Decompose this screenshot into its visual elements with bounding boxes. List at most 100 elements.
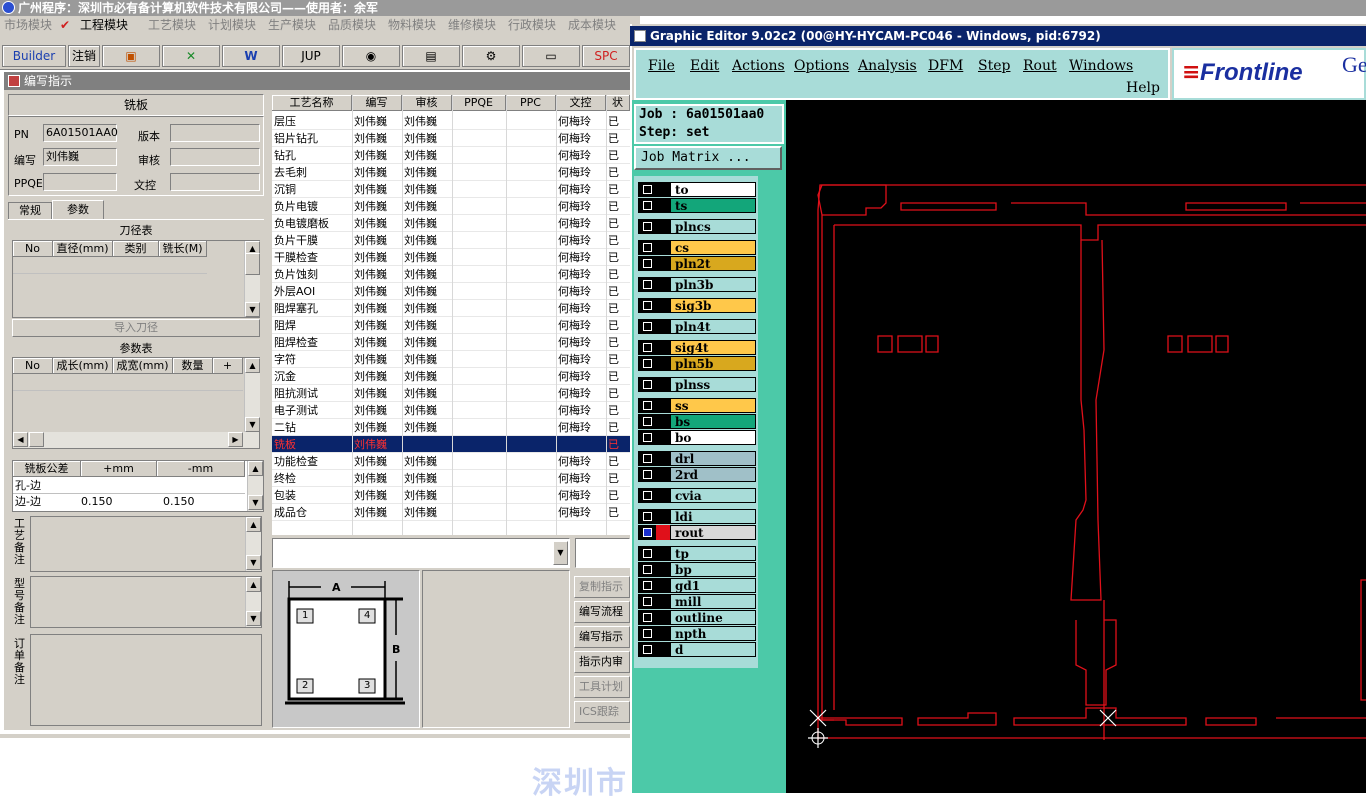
- tolerance-scrollbar[interactable]: ▲ ▼: [247, 461, 263, 511]
- layer-name[interactable]: npth: [670, 626, 756, 641]
- layer-name[interactable]: outline: [670, 610, 756, 625]
- table-row[interactable]: 电子测试 刘伟巍 刘伟巍 何梅玲 已: [272, 402, 630, 419]
- import-tool-button[interactable]: 导入刀径: [12, 319, 260, 337]
- layer-name[interactable]: sig3b: [670, 298, 756, 313]
- table-row[interactable]: 包装 刘伟巍 刘伟巍 何梅玲 已: [272, 487, 630, 504]
- col-no[interactable]: No: [13, 241, 53, 257]
- table-row[interactable]: 外层AOI 刘伟巍 刘伟巍 何梅玲 已: [272, 283, 630, 300]
- layer-name[interactable]: cs: [670, 240, 756, 255]
- layer-name[interactable]: sig4t: [670, 340, 756, 355]
- layer-checkbox[interactable]: [638, 182, 656, 197]
- tab-params[interactable]: 参数: [52, 200, 104, 220]
- menu-engineering[interactable]: 工程模块: [80, 16, 128, 34]
- col-doc[interactable]: 文控: [556, 95, 606, 111]
- layer-checkbox[interactable]: [638, 219, 656, 234]
- layer-checkbox[interactable]: [638, 610, 656, 625]
- layer-name[interactable]: cvia: [670, 488, 756, 503]
- tab-general[interactable]: 常规: [8, 202, 52, 220]
- layer-name[interactable]: drl: [670, 451, 756, 466]
- table-row[interactable]: 铣板 刘伟巍 已: [272, 436, 630, 453]
- layer-checkbox[interactable]: [638, 578, 656, 593]
- col-length[interactable]: 铣长(M): [159, 241, 207, 257]
- table-row[interactable]: 负片干膜 刘伟巍 刘伟巍 何梅玲 已: [272, 232, 630, 249]
- ics-track-button[interactable]: ICS跟踪: [574, 701, 630, 723]
- spc-button[interactable]: SPC: [582, 45, 630, 67]
- table-row[interactable]: 负片蚀刻 刘伟巍 刘伟巍 何梅玲 已: [272, 266, 630, 283]
- col-author[interactable]: 编写: [352, 95, 402, 111]
- layer-name[interactable]: pln3b: [670, 277, 756, 292]
- layer-npth[interactable]: npth: [638, 626, 756, 641]
- scroll-up-icon[interactable]: ▲: [245, 358, 260, 373]
- col-status[interactable]: 状: [606, 95, 630, 111]
- internal-review-button[interactable]: 指示内审: [574, 651, 630, 673]
- builder-button[interactable]: Builder: [2, 45, 66, 67]
- note-scrollbar[interactable]: ▲ ▼: [245, 577, 261, 627]
- layer-pln3b[interactable]: pln3b: [638, 277, 756, 292]
- layer-checkbox[interactable]: [638, 198, 656, 213]
- param-table-vscroll[interactable]: ▲ ▼: [244, 358, 260, 432]
- edit-flow-button[interactable]: 编写流程: [574, 601, 630, 623]
- logout-button[interactable]: 注销: [68, 45, 100, 67]
- scroll-up-icon[interactable]: ▲: [246, 577, 261, 592]
- col-review[interactable]: 审核: [402, 95, 452, 111]
- col-type[interactable]: 类别: [113, 241, 159, 257]
- table-row[interactable]: 成品仓 刘伟巍 刘伟巍 何梅玲 已: [272, 504, 630, 521]
- layer-name[interactable]: mill: [670, 594, 756, 609]
- layer-checkbox[interactable]: [638, 467, 656, 482]
- table-row[interactable]: 功能检查 刘伟巍 刘伟巍 何梅玲 已: [272, 453, 630, 470]
- scroll-down-icon[interactable]: ▼: [245, 417, 260, 432]
- pn-field[interactable]: 6A01501AA0: [43, 124, 118, 142]
- author-field[interactable]: 刘伟巍: [43, 148, 117, 166]
- col-no[interactable]: No: [13, 358, 53, 374]
- layer-name[interactable]: pln2t: [670, 256, 756, 271]
- layer-checkbox[interactable]: [638, 430, 656, 445]
- menu-edit[interactable]: Edit: [690, 58, 719, 74]
- layer-name[interactable]: rout: [670, 525, 756, 540]
- layer-name[interactable]: ldi: [670, 509, 756, 524]
- scroll-down-icon[interactable]: ▼: [248, 495, 263, 510]
- version-field[interactable]: [170, 124, 260, 142]
- layer-bo[interactable]: bo: [638, 430, 756, 445]
- layer-checkbox[interactable]: [638, 298, 656, 313]
- table-row[interactable]: 去毛刺 刘伟巍 刘伟巍 何梅玲 已: [272, 164, 630, 181]
- layer-checkbox[interactable]: [638, 319, 656, 334]
- scroll-right-icon[interactable]: ▶: [228, 432, 243, 447]
- secondary-combo[interactable]: [575, 538, 630, 568]
- scroll-up-icon[interactable]: ▲: [246, 517, 261, 532]
- layer-checkbox[interactable]: [638, 277, 656, 292]
- layer-pln5b[interactable]: pln5b: [638, 356, 756, 371]
- layer-name[interactable]: bo: [670, 430, 756, 445]
- col-qty[interactable]: 数量: [173, 358, 213, 374]
- ppqe-field[interactable]: [43, 173, 117, 191]
- layer-name[interactable]: plncs: [670, 219, 756, 234]
- layer-gd1[interactable]: gd1: [638, 578, 756, 593]
- col-tolerance[interactable]: 铣板公差: [13, 461, 81, 477]
- layer-rout[interactable]: rout: [638, 525, 756, 540]
- copy-instruction-button[interactable]: 复制指示: [574, 576, 630, 598]
- layer-tp[interactable]: tp: [638, 546, 756, 561]
- layer-name[interactable]: gd1: [670, 578, 756, 593]
- scroll-down-icon[interactable]: ▼: [245, 302, 260, 317]
- scroll-thumb[interactable]: [245, 253, 260, 275]
- word-icon[interactable]: W: [222, 45, 280, 67]
- layer-mill[interactable]: mill: [638, 594, 756, 609]
- table-row[interactable]: 沉金 刘伟巍 刘伟巍 何梅玲 已: [272, 368, 630, 385]
- scroll-thumb[interactable]: [29, 432, 44, 447]
- report-icon[interactable]: ▣: [102, 45, 160, 67]
- table-row[interactable]: 阻抗测试 刘伟巍 刘伟巍 何梅玲 已: [272, 385, 630, 402]
- order-note-field[interactable]: [30, 634, 262, 726]
- edit-instruction-button[interactable]: 编写指示: [574, 626, 630, 648]
- layer-bs[interactable]: bs: [638, 414, 756, 429]
- table-row[interactable]: 干膜检查 刘伟巍 刘伟巍 何梅玲 已: [272, 249, 630, 266]
- layer-checkbox[interactable]: [638, 546, 656, 561]
- note-scrollbar[interactable]: ▲ ▼: [245, 517, 261, 571]
- menu-cost[interactable]: 成本模块: [568, 16, 616, 34]
- col-ppqe[interactable]: PPQE: [452, 95, 506, 111]
- tool-plan-button[interactable]: 工具计划: [574, 676, 630, 698]
- menu-step[interactable]: Step: [978, 58, 1010, 74]
- table-row[interactable]: 负电镀磨板 刘伟巍 刘伟巍 何梅玲 已: [272, 215, 630, 232]
- menu-maintenance[interactable]: 维修模块: [448, 16, 496, 34]
- layer-checkbox[interactable]: [638, 626, 656, 641]
- table-row[interactable]: 字符 刘伟巍 刘伟巍 何梅玲 已: [272, 351, 630, 368]
- layer-pln4t[interactable]: pln4t: [638, 319, 756, 334]
